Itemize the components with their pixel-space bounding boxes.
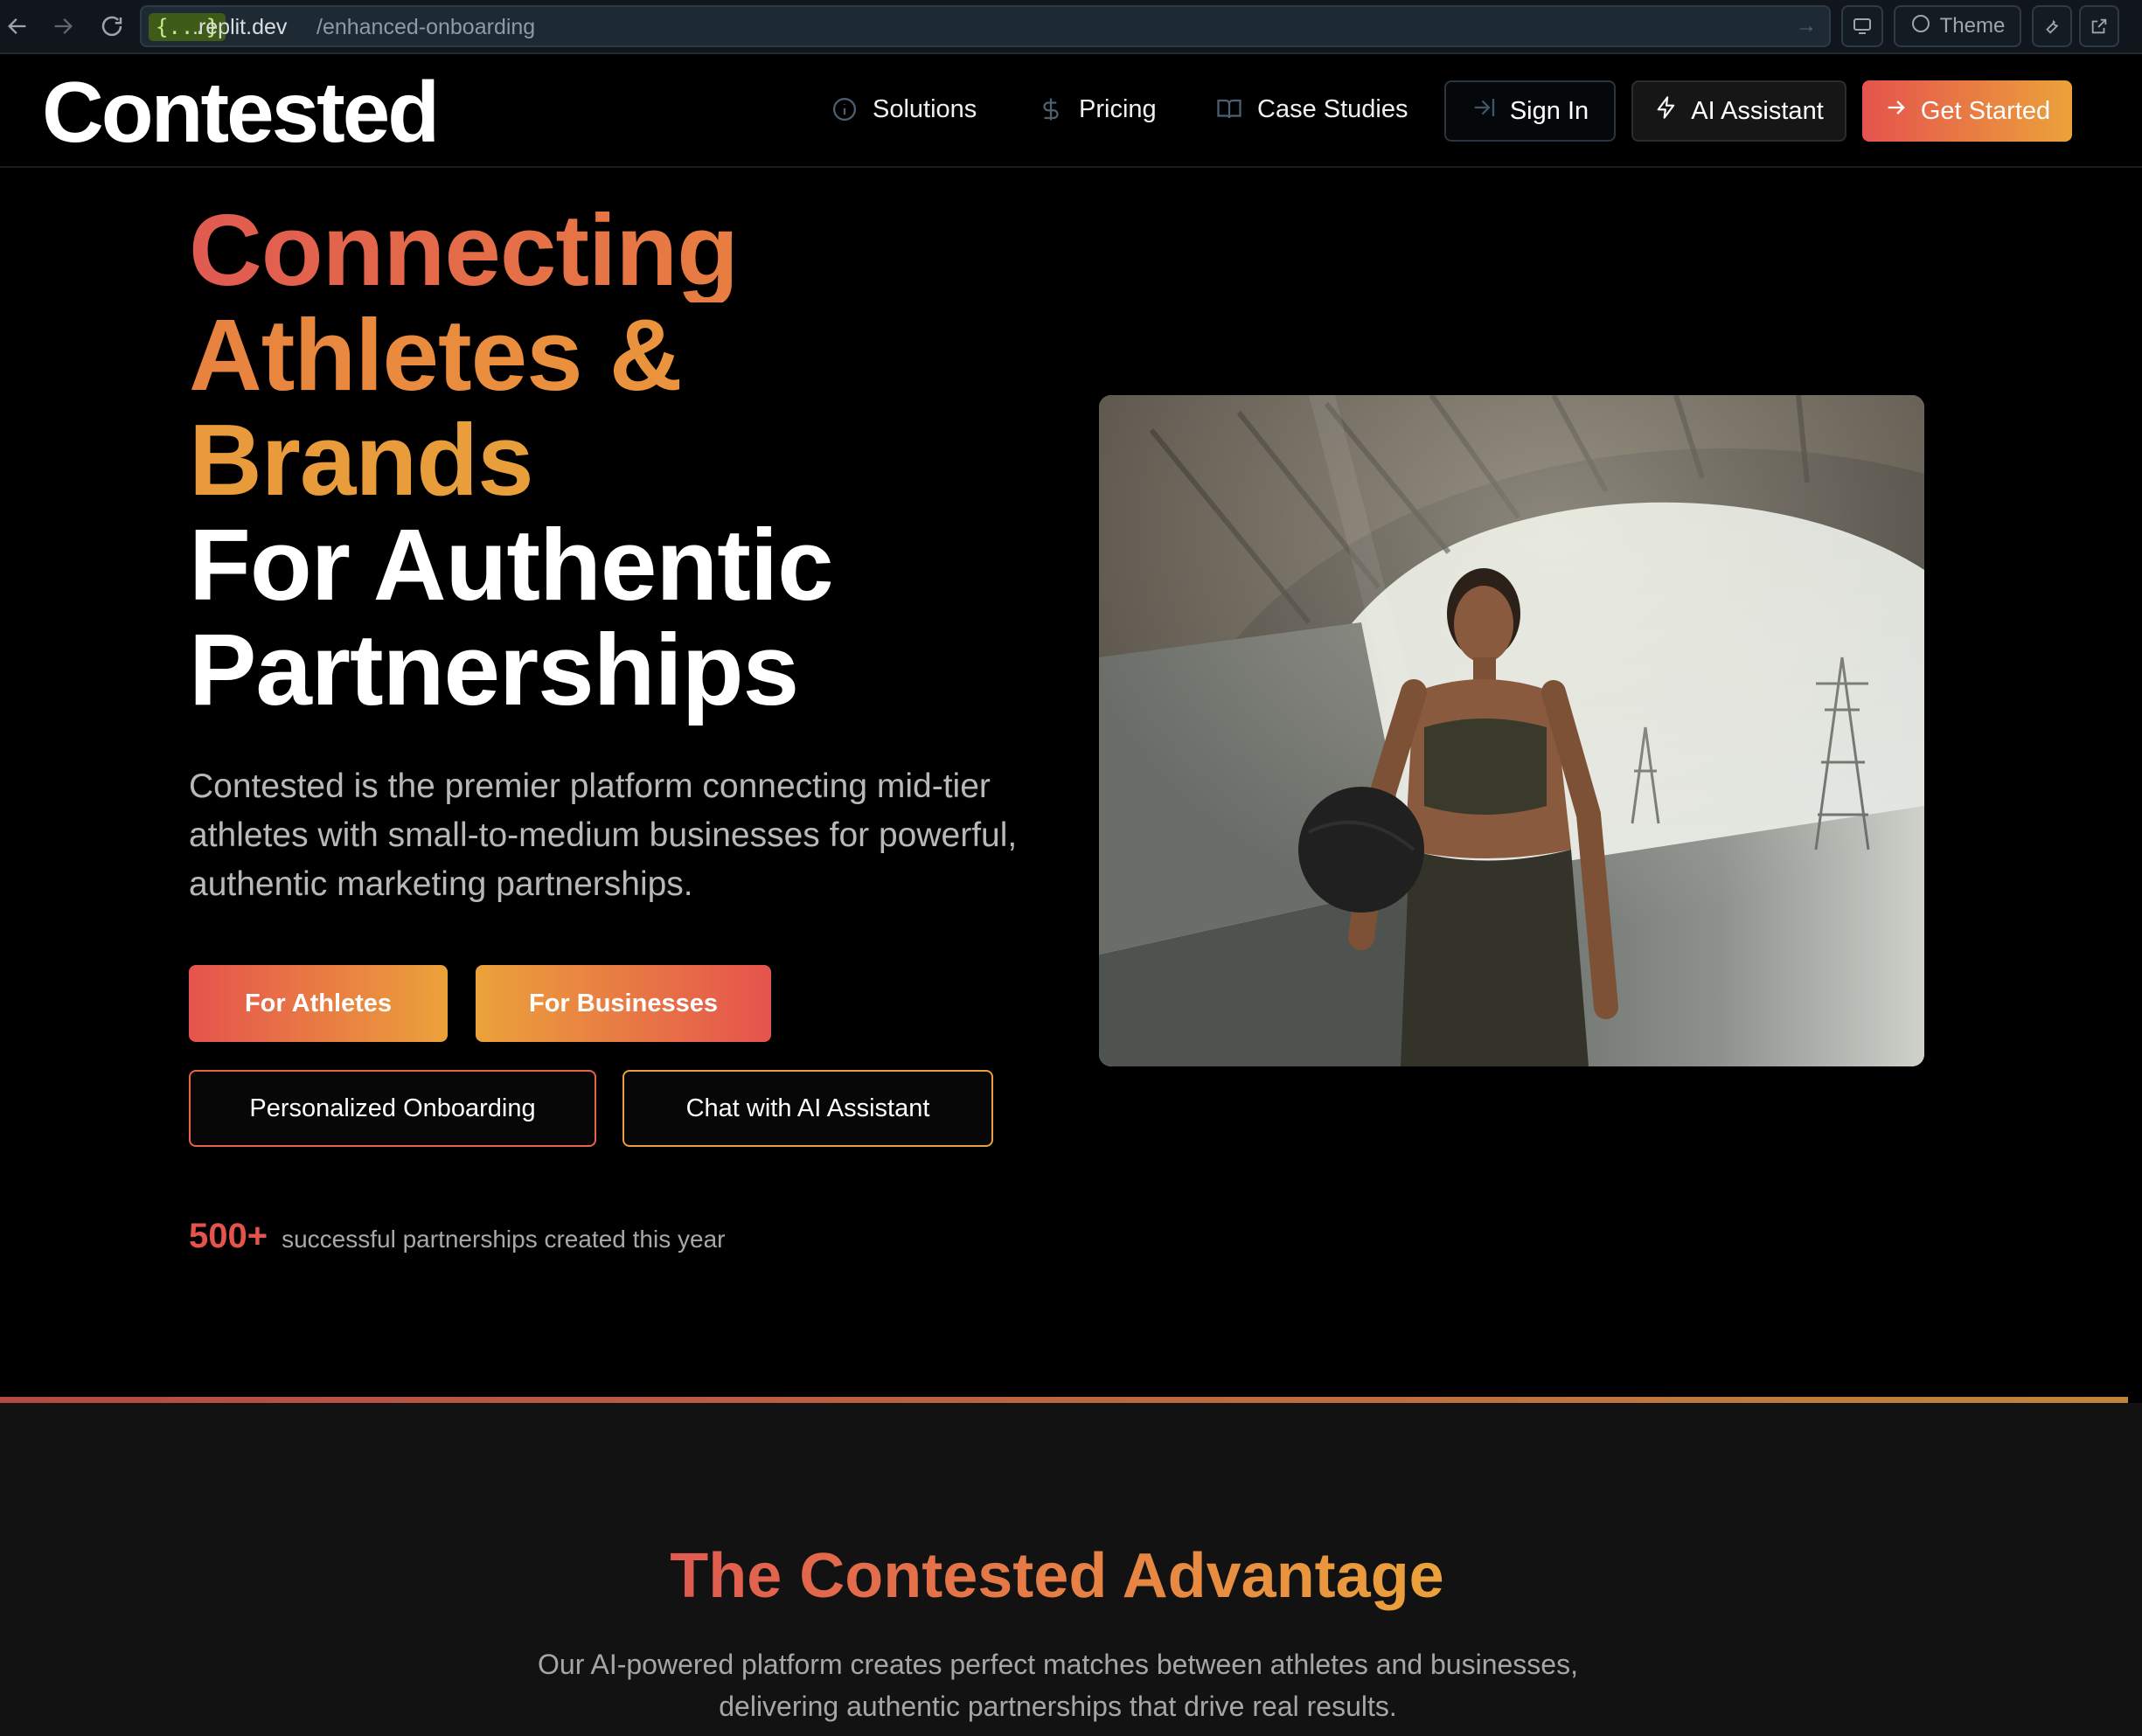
ai-assistant-button[interactable]: AI Assistant — [1631, 80, 1846, 142]
url-host: .replit.dev — [192, 15, 288, 39]
logo[interactable]: Contested — [42, 68, 440, 156]
ai-assistant-label: AI Assistant — [1691, 96, 1824, 125]
back-arrow-icon[interactable] — [0, 9, 35, 44]
external-link-icon[interactable] — [2079, 5, 2119, 47]
url-path: /enhanced-onboarding — [316, 15, 536, 39]
stat-number: 500+ — [189, 1217, 268, 1255]
site-header: Contested Solutions Pricing Case Studies… — [0, 54, 2142, 168]
nav-pricing[interactable]: Pricing — [1037, 87, 1157, 131]
hero-title-line-3: Brands — [189, 407, 833, 512]
hero-description: Contested is the premier platform connec… — [189, 767, 1018, 903]
lightning-icon — [1654, 94, 1679, 128]
hero-title: Connecting Athletes & Brands For Authent… — [189, 198, 834, 726]
advantage-title: The Contested Advantage — [0, 1540, 2114, 1612]
nav-pricing-label: Pricing — [1079, 94, 1157, 123]
monitor-icon[interactable] — [1841, 5, 1883, 47]
forward-arrow-icon[interactable] — [45, 9, 80, 44]
hero-title-line-1: Connecting — [189, 198, 833, 302]
arrow-right-icon — [1884, 95, 1909, 127]
get-started-label: Get Started — [1920, 96, 2051, 125]
go-arrow-icon[interactable]: → — [1796, 14, 1817, 38]
advantage-title-text: The Contested Advantage — [670, 1541, 1444, 1611]
nav-solutions[interactable]: Solutions — [831, 87, 977, 131]
stat-text: successful partnerships created this yea… — [282, 1226, 726, 1253]
dollar-icon — [1037, 95, 1065, 123]
personalized-onboarding-button[interactable]: Personalized Onboarding — [189, 1070, 596, 1147]
book-icon — [1215, 95, 1243, 123]
reload-icon[interactable] — [94, 9, 129, 44]
get-started-button[interactable]: Get Started — [1862, 80, 2072, 142]
address-bar[interactable]: {...} .replit.dev /enhanced-onboarding → — [140, 5, 1831, 47]
sign-in-icon — [1471, 94, 1498, 128]
section-divider — [0, 1397, 2128, 1403]
advantage-description: Our AI-powered platform creates perfect … — [538, 1649, 1578, 1722]
palette-icon — [1910, 13, 1931, 40]
partnership-stat: 500+ successful partnerships created thi… — [189, 1217, 725, 1256]
for-businesses-button[interactable]: For Businesses — [476, 965, 771, 1042]
sign-in-button[interactable]: Sign In — [1444, 80, 1616, 142]
hero-title-line-5: Partnerships — [189, 613, 799, 726]
hero-title-line-2: Athletes & — [189, 302, 833, 407]
chat-ai-assistant-button[interactable]: Chat with AI Assistant — [622, 1070, 993, 1147]
wrench-icon[interactable] — [2032, 5, 2072, 47]
info-icon — [831, 95, 859, 123]
nav-solutions-label: Solutions — [873, 94, 977, 123]
nav-case-studies-label: Case Studies — [1257, 94, 1408, 123]
theme-label: Theme — [1939, 14, 2006, 38]
hero-athlete-image — [1099, 395, 1924, 1066]
hero-title-line-4: For Authentic — [189, 508, 834, 621]
sign-in-label: Sign In — [1509, 96, 1589, 125]
browser-toolbar: {...} .replit.dev /enhanced-onboarding →… — [0, 0, 2142, 54]
nav-case-studies[interactable]: Case Studies — [1215, 87, 1408, 131]
theme-button[interactable]: Theme — [1894, 5, 2021, 47]
for-athletes-button[interactable]: For Athletes — [189, 965, 448, 1042]
